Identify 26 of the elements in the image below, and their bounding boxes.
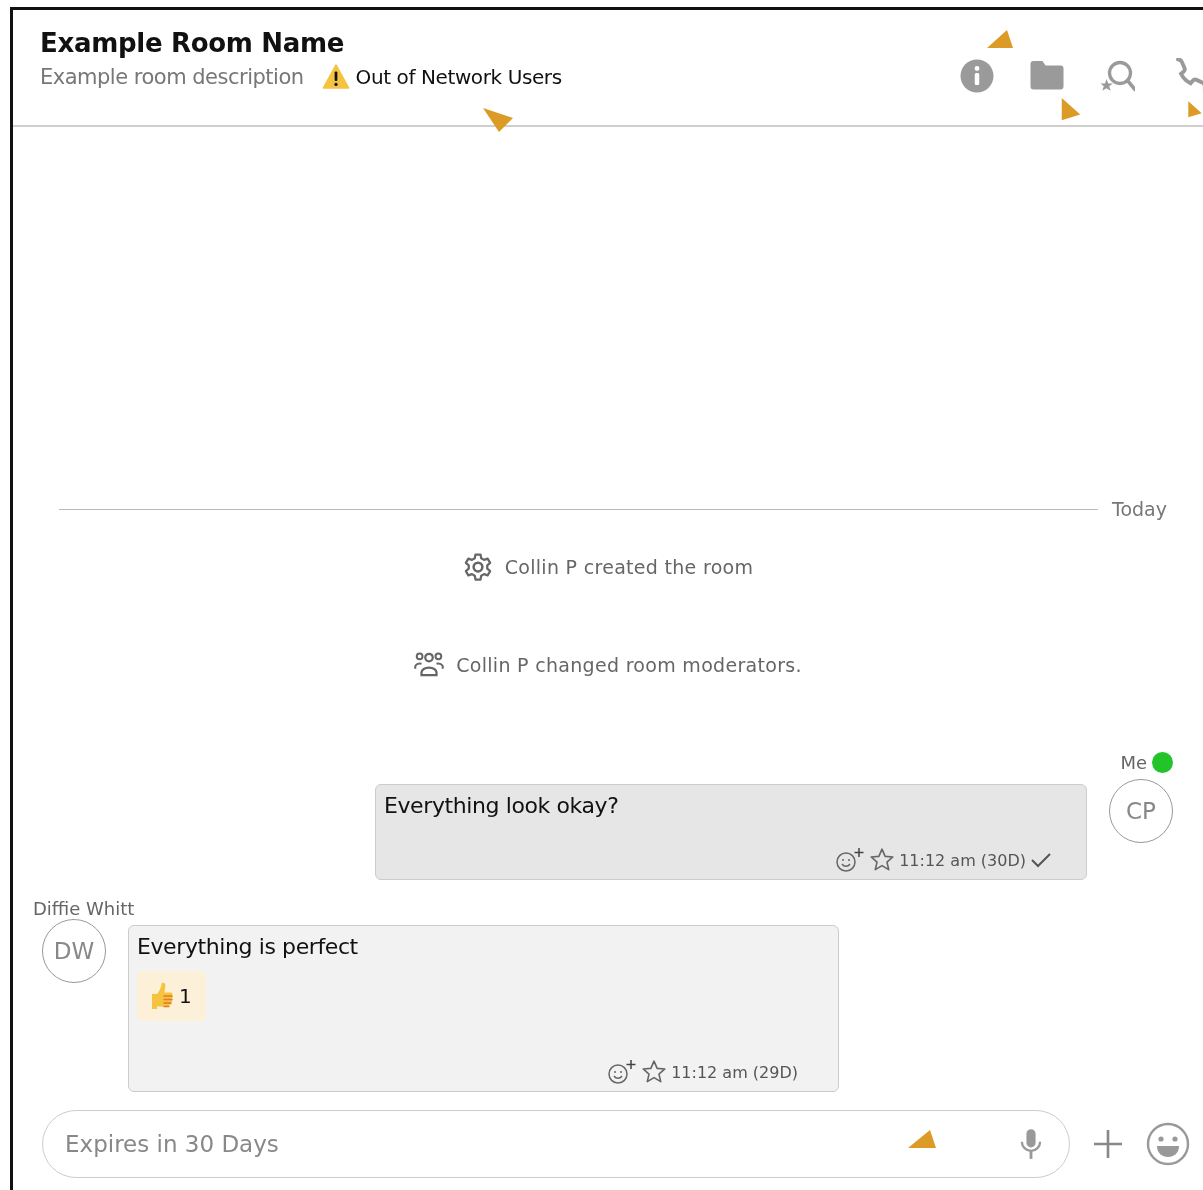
emoji-icon[interactable]	[1146, 1122, 1190, 1166]
gear-icon	[462, 552, 493, 582]
sender-name: Diffie Whitt	[33, 898, 135, 919]
star-icon[interactable]	[641, 1059, 668, 1085]
add-reaction-icon[interactable]	[607, 1059, 638, 1085]
warning-label[interactable]: Out of Network Users	[355, 64, 562, 89]
thumbs-up-icon	[149, 981, 175, 1011]
room-description: Example room description	[40, 64, 304, 89]
add-reaction-icon[interactable]	[835, 847, 866, 873]
pointer-arrow	[483, 108, 513, 132]
message-input[interactable]: Expires in 30 Days	[63, 1130, 1017, 1158]
message-text: Everything look okay?	[384, 793, 620, 818]
system-message: Collin P changed room moderators.	[456, 654, 802, 676]
info-icon[interactable]	[959, 58, 995, 94]
date-label: Today	[1112, 498, 1167, 520]
reaction-chip[interactable]: 1	[137, 971, 206, 1021]
star-icon[interactable]	[869, 847, 896, 873]
sender-name: Me	[1120, 752, 1147, 773]
add-icon[interactable]	[1092, 1128, 1124, 1160]
timestamp: 11:12 am (30D)	[899, 850, 1026, 870]
search-icon[interactable]	[1099, 58, 1135, 94]
warning-icon	[321, 64, 350, 89]
system-message: Collin P created the room	[504, 556, 754, 578]
timestamp: 11:12 am (29D)	[671, 1062, 798, 1082]
message-text: Everything is perfect	[137, 934, 359, 959]
room-name: Example Room Name	[40, 28, 346, 58]
